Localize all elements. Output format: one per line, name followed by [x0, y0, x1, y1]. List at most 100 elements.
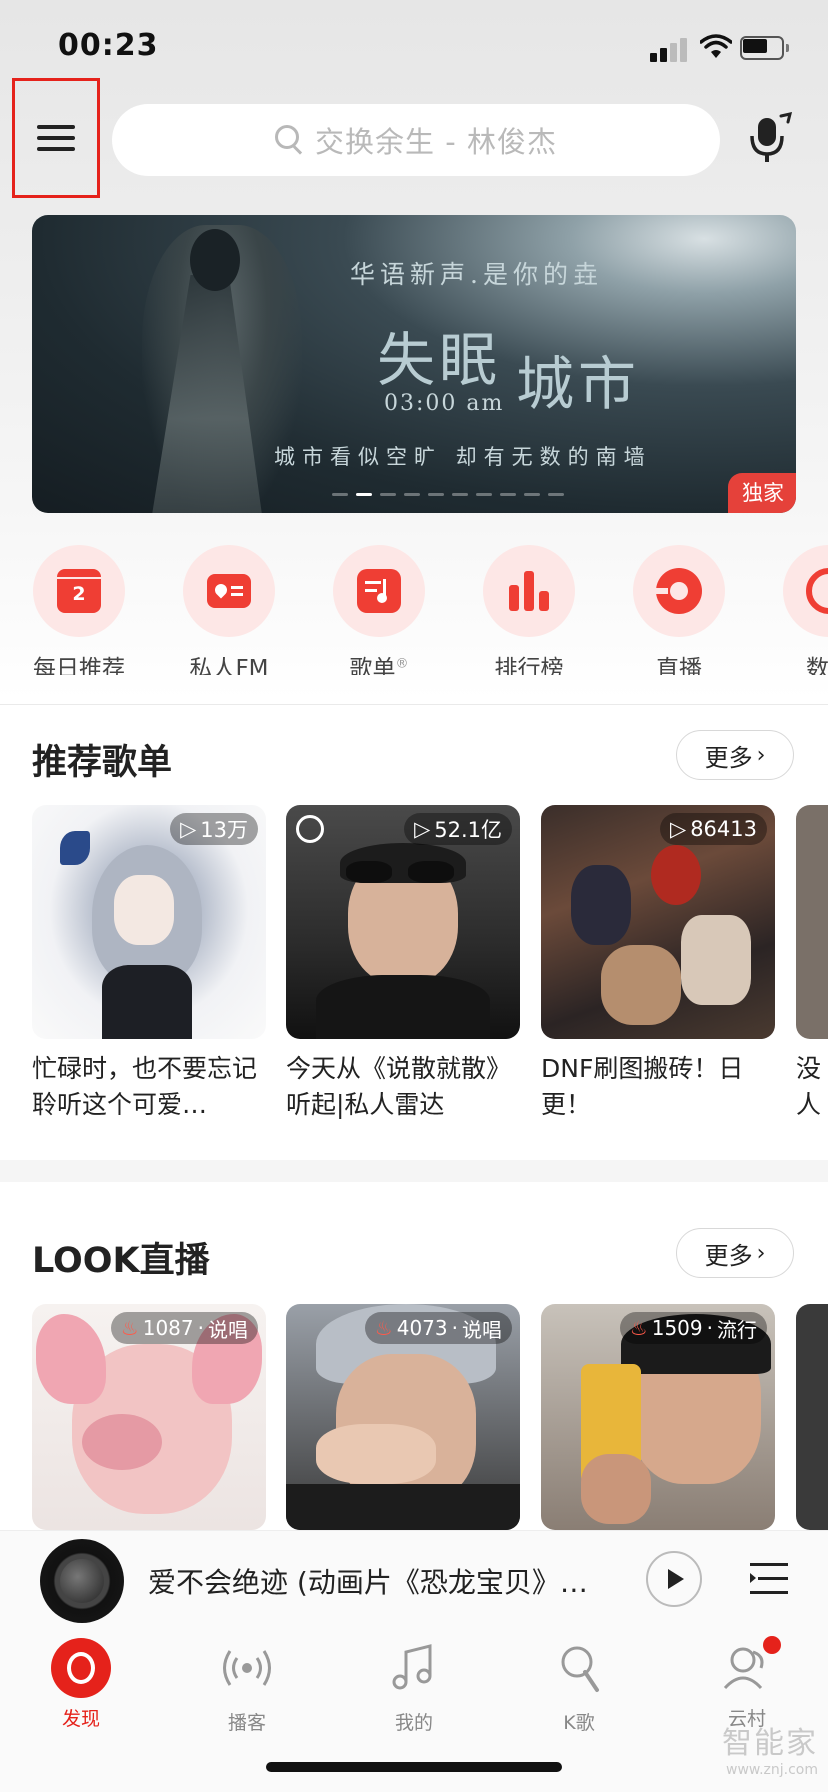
chevron-right-icon: ›: [756, 742, 766, 768]
quick-entry-digital[interactable]: 数字: [764, 545, 828, 675]
playlist-card[interactable]: 没人和乐: [796, 805, 828, 1123]
play-triangle-icon: ▷: [414, 817, 431, 841]
play-count-badge: ▷ 13万: [170, 813, 258, 845]
nav-label: 我的: [394, 1712, 433, 1734]
nav-tab-discover[interactable]: 发现: [16, 1638, 146, 1731]
play-count-badge: ▷ 86413: [660, 813, 767, 845]
playlist-title: 今天从《说散就散》听起|私人雷达: [286, 1054, 512, 1119]
quick-entry-daily[interactable]: 2 每日推荐: [14, 545, 144, 675]
banner-dot: [548, 493, 564, 496]
watermark-url: www.znj.com: [726, 1762, 818, 1778]
playlist-cover-image: [796, 805, 828, 1039]
podcast-icon: [223, 1650, 271, 1686]
search-placeholder: 交换余生 - 林俊杰: [315, 125, 557, 159]
quick-entry-label: 排行榜: [494, 656, 564, 675]
netease-discover-icon: [51, 1638, 111, 1698]
banner-carousel[interactable]: 华语新声.是你的垚 失眠 城市 03:00 am 城市看似空旷 却有无数的南墙 …: [32, 215, 796, 513]
banner-dot: [356, 493, 372, 496]
album-disc[interactable]: [40, 1539, 124, 1623]
banner-title-part2: 城市: [516, 350, 641, 418]
live-card[interactable]: [796, 1304, 828, 1530]
microphone-icon[interactable]: [748, 112, 792, 164]
fire-icon: ♨: [374, 1316, 393, 1340]
home-indicator: [266, 1762, 562, 1772]
quick-entry-label: 私人FM: [189, 656, 269, 675]
watermark: 智能家 www.znj.com: [722, 1718, 818, 1778]
banner-dot: [524, 493, 540, 496]
playlist-queue-icon[interactable]: [750, 1559, 792, 1599]
live-card[interactable]: ♨ 4073 · 说唱: [286, 1304, 520, 1530]
more-label: 更多: [704, 743, 753, 772]
quick-entry-label: 直播: [656, 656, 702, 675]
search-icon: [275, 125, 305, 155]
watermark-text: 智能家: [722, 1726, 818, 1761]
status-bar: 00:23: [0, 0, 828, 100]
mini-player[interactable]: 爱不会绝迹 (动画片《恐龙宝贝》…: [0, 1530, 828, 1630]
fire-icon: ♨: [120, 1316, 139, 1340]
play-icon: [668, 1569, 684, 1589]
live-genre: 说唱: [462, 1317, 502, 1342]
netease-logo-icon: [296, 815, 324, 843]
quick-entry-fm[interactable]: 私人FM: [164, 545, 294, 675]
recommend-more-button[interactable]: 更多 ›: [676, 730, 794, 780]
quick-entry-live[interactable]: 直播: [614, 545, 744, 675]
nav-tab-podcast[interactable]: 播客: [182, 1638, 312, 1735]
viewer-count: 4073: [396, 1316, 448, 1340]
live-cover-image: ♨ 1509 · 流行: [541, 1304, 775, 1530]
banner-dot: [452, 493, 468, 496]
radio-icon: [207, 574, 251, 608]
chevron-right-icon: ›: [756, 1240, 766, 1266]
quick-entry-label: 数字: [806, 656, 828, 675]
nav-tab-karaoke[interactable]: K歌: [514, 1638, 644, 1735]
banner-figure-head: [190, 229, 240, 291]
live-disc-icon: [654, 568, 702, 614]
nav-label: K歌: [563, 1712, 595, 1734]
play-count: 86413: [690, 817, 757, 841]
quick-entry-charts[interactable]: 排行榜: [464, 545, 594, 675]
search-bar[interactable]: 交换余生 - 林俊杰: [112, 104, 720, 176]
separator: ·: [451, 1316, 458, 1340]
viewer-badge: ♨ 1509 · 流行: [619, 1312, 767, 1344]
playlist-title: 忙碌时，也不要忘记聆听这个可爱…: [32, 1054, 258, 1119]
community-icon-wrap: [717, 1636, 781, 1698]
play-button[interactable]: [646, 1551, 702, 1607]
play-count: 13万: [200, 818, 248, 842]
cellular-signal-icon: [650, 36, 690, 62]
live-card[interactable]: ♨ 1087 · 说唱: [32, 1304, 266, 1530]
play-triangle-icon: ▷: [180, 817, 197, 841]
status-time: 00:23: [58, 28, 159, 63]
viewer-badge: ♨ 4073 · 说唱: [364, 1312, 512, 1344]
hamburger-icon: [37, 118, 75, 158]
banner-dot: [428, 493, 444, 496]
playlist-card[interactable]: ▷ 86413 DNF刷图搬砖！日更！: [541, 805, 775, 1123]
karaoke-mic-icon: [561, 1646, 599, 1692]
menu-button[interactable]: [12, 78, 100, 198]
now-playing-title: 爱不会绝迹 (动画片《恐龙宝贝》…: [148, 1566, 588, 1599]
banner-caption: 城市看似空旷 却有无数的南墙: [274, 445, 652, 469]
notification-dot: [763, 1636, 781, 1654]
playlist-card[interactable]: ▷ 13万 忙碌时，也不要忘记聆听这个可爱…: [32, 805, 266, 1123]
live-cover-image: ♨ 4073 · 说唱: [286, 1304, 520, 1530]
nav-tab-mine[interactable]: 我的: [349, 1638, 479, 1735]
section-title-recommend: 推荐歌单: [32, 743, 173, 783]
live-genre: 说唱: [208, 1317, 248, 1342]
quick-entry-row: 2 每日推荐 私人FM 歌单® 排行榜 直播 数: [0, 545, 828, 675]
battery-icon: [740, 36, 790, 60]
look-live-more-button[interactable]: 更多 ›: [676, 1228, 794, 1278]
quick-entry-playlist[interactable]: 歌单®: [314, 545, 444, 675]
viewer-badge: ♨ 1087 · 说唱: [110, 1312, 258, 1344]
live-card[interactable]: ♨ 1509 · 流行: [541, 1304, 775, 1530]
section-title-look-live: LOOK直播: [32, 1241, 210, 1281]
banner-subtitle: 华语新声.是你的垚: [350, 260, 603, 289]
separator: ·: [706, 1316, 713, 1340]
fire-icon: ♨: [629, 1316, 648, 1340]
play-count-badge: ▷ 52.1亿: [404, 813, 512, 845]
banner-page-indicator: [332, 493, 564, 497]
section-gap: [0, 1160, 828, 1182]
banner-dot: [500, 493, 516, 496]
digital-album-icon: [806, 568, 828, 614]
banner-title-part1: 失眠: [377, 326, 502, 394]
banner-dot: [380, 493, 396, 496]
playlist-card[interactable]: ▷ 52.1亿 今天从《说散就散》听起|私人雷达: [286, 805, 520, 1123]
quick-entry-label: 每日推荐: [33, 656, 125, 675]
